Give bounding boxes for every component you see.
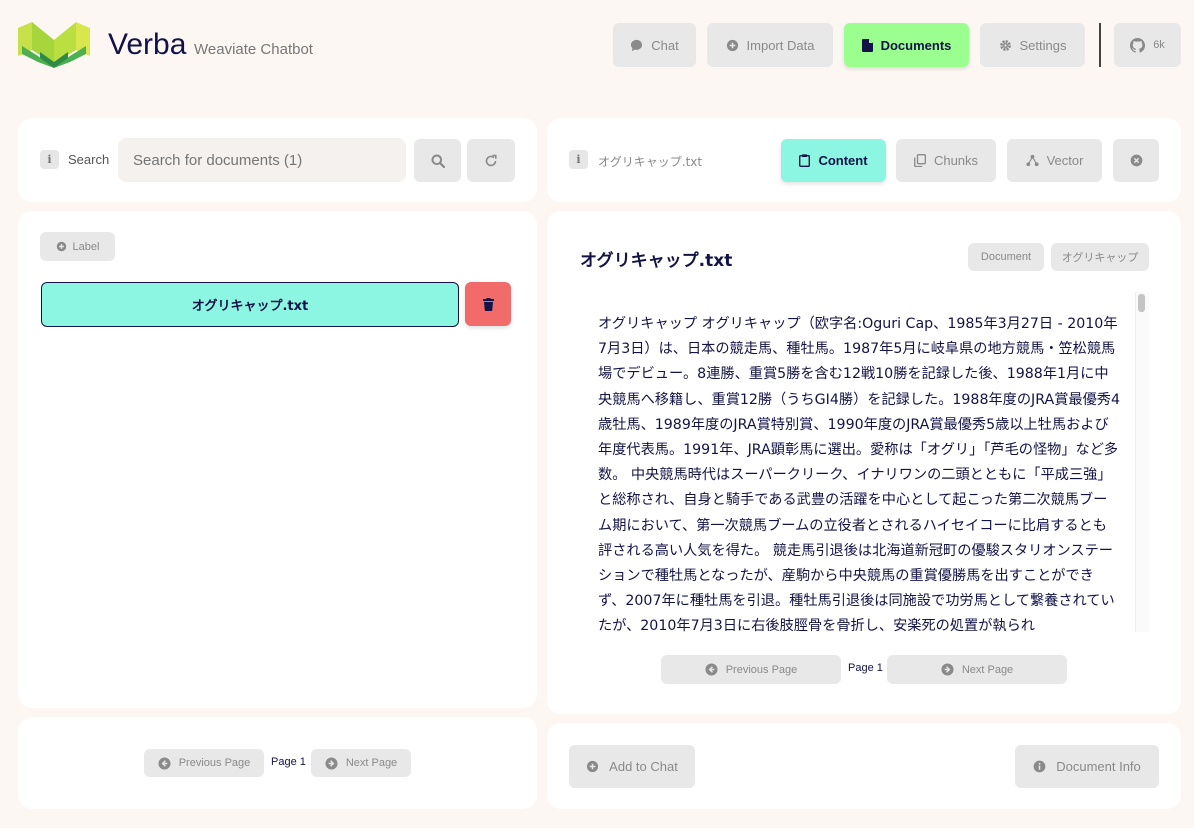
tab-chunks[interactable]: Chunks [896,139,996,182]
github-count: 6k [1153,39,1165,51]
arrow-right-icon [325,756,338,770]
content-previous-page-label: Previous Page [725,663,798,676]
arrow-left-icon [158,756,171,770]
document-title: オグリキャップ.txt [580,251,733,271]
close-viewer-button[interactable] [1113,139,1159,182]
info-icon: i [40,150,59,169]
tab-content[interactable]: Content [781,139,886,182]
document-tag: オグリキャップ [1051,243,1149,271]
document-content-text: オグリキャップ オグリキャップ（欧字名:Oguri Cap、1985年3月27日… [598,316,1120,632]
arrow-left-icon [705,663,718,676]
nav-chat-label: Chat [651,37,679,53]
content-scrollbar-track[interactable] [1135,292,1149,632]
header-divider [1099,23,1101,67]
github-icon [1130,37,1146,53]
search-input[interactable] [118,138,406,182]
nav-import-label: Import Data [746,37,815,53]
content-next-page-button[interactable]: Next Page [887,655,1067,684]
nav-documents-label: Documents [880,37,952,53]
tab-vector-label: Vector [1046,153,1084,168]
refresh-icon [484,154,498,168]
search-icon [431,154,445,168]
viewer-filename: オグリキャップ.txt [598,155,703,169]
document-item-name: オグリキャップ.txt [191,299,309,314]
content-scrollbar-thumb[interactable] [1138,294,1145,312]
vector-nodes-icon [1026,154,1039,167]
nav-documents-button[interactable]: Documents [844,23,969,67]
add-label-button[interactable]: Label [40,232,115,261]
content-page-indicator: Page 1 [848,662,883,674]
search-button[interactable] [414,139,461,182]
next-page-label: Next Page [345,757,398,769]
nav-settings-button[interactable]: Settings [980,23,1085,67]
tab-chunks-label: Chunks [933,153,979,168]
previous-page-label: Previous Page [178,757,251,769]
github-button[interactable]: 6k [1114,23,1181,67]
delete-document-button[interactable] [465,282,511,326]
info-circle-icon [1033,760,1046,773]
nav-import-button[interactable]: Import Data [707,23,833,67]
plus-circle-icon [726,39,739,52]
document-tag-label: オグリキャップ [1061,251,1139,264]
document-tag-label: Document [980,251,1032,263]
previous-page-button[interactable]: Previous Page [144,749,264,777]
info-icon: i [569,150,588,169]
trash-icon [482,297,494,311]
page-indicator: Page 1 [271,756,306,768]
document-icon [861,38,873,52]
search-label: Search [68,152,110,167]
app-subtitle: Weaviate Chatbot [194,41,313,58]
next-page-button[interactable]: Next Page [311,749,411,777]
tab-content-label: Content [818,153,868,168]
app-title: Verba [108,28,187,61]
add-to-chat-label: Add to Chat [609,759,678,774]
verba-logo [18,22,90,68]
tab-vector[interactable]: Vector [1007,139,1102,182]
document-tag: Document [968,243,1044,271]
document-item[interactable]: オグリキャップ.txt [41,282,459,327]
plus-circle-icon [56,241,67,252]
copy-icon [914,154,926,167]
content-next-page-label: Next Page [961,663,1014,676]
document-info-button[interactable]: Document Info [1015,745,1159,788]
plus-circle-icon [586,760,599,773]
nav-settings-label: Settings [1019,37,1067,53]
document-info-label: Document Info [1056,759,1141,774]
arrow-right-icon [941,663,954,676]
nav-chat-button[interactable]: Chat [613,23,696,67]
add-label-text: Label [72,240,100,253]
add-to-chat-button[interactable]: Add to Chat [569,745,695,788]
gear-icon [999,39,1012,52]
chat-bubble-icon [630,39,643,52]
refresh-button[interactable] [467,139,515,182]
content-previous-page-button[interactable]: Previous Page [661,655,841,684]
close-circle-icon [1130,154,1143,167]
clipboard-icon [799,154,811,167]
